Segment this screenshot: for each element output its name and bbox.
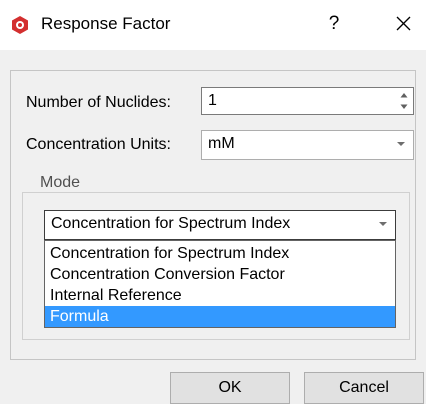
mode-value: Concentration for Spectrum Index: [51, 215, 291, 232]
close-icon[interactable]: [388, 9, 418, 39]
mode-group-label: Mode: [36, 174, 85, 192]
units-label: Concentration Units:: [26, 136, 171, 153]
mode-option[interactable]: Concentration for Spectrum Index: [45, 243, 395, 264]
mode-dropdown-list: Concentration for Spectrum Index Concent…: [44, 240, 396, 328]
app-logo-icon: [12, 16, 28, 34]
nuclides-value: 1: [208, 92, 217, 109]
ok-button[interactable]: OK: [170, 372, 290, 404]
cancel-button[interactable]: Cancel: [304, 372, 424, 404]
nuclides-spinbox[interactable]: 1: [201, 87, 414, 115]
chevron-down-icon: [379, 222, 387, 226]
units-select[interactable]: mM: [201, 130, 414, 160]
title-bar: Response Factor ?: [0, 0, 426, 50]
nuclides-label: Number of Nuclides:: [26, 94, 171, 111]
mode-option-highlighted[interactable]: Formula: [45, 306, 395, 327]
units-value: mM: [208, 135, 235, 152]
mode-option[interactable]: Concentration Conversion Factor: [45, 264, 395, 285]
spin-arrows-icon[interactable]: [399, 90, 409, 112]
chevron-down-icon: [397, 142, 405, 146]
mode-option[interactable]: Internal Reference: [45, 285, 395, 306]
window-title: Response Factor: [41, 14, 171, 33]
help-button[interactable]: ?: [319, 9, 349, 39]
mode-select[interactable]: Concentration for Spectrum Index: [44, 210, 396, 240]
